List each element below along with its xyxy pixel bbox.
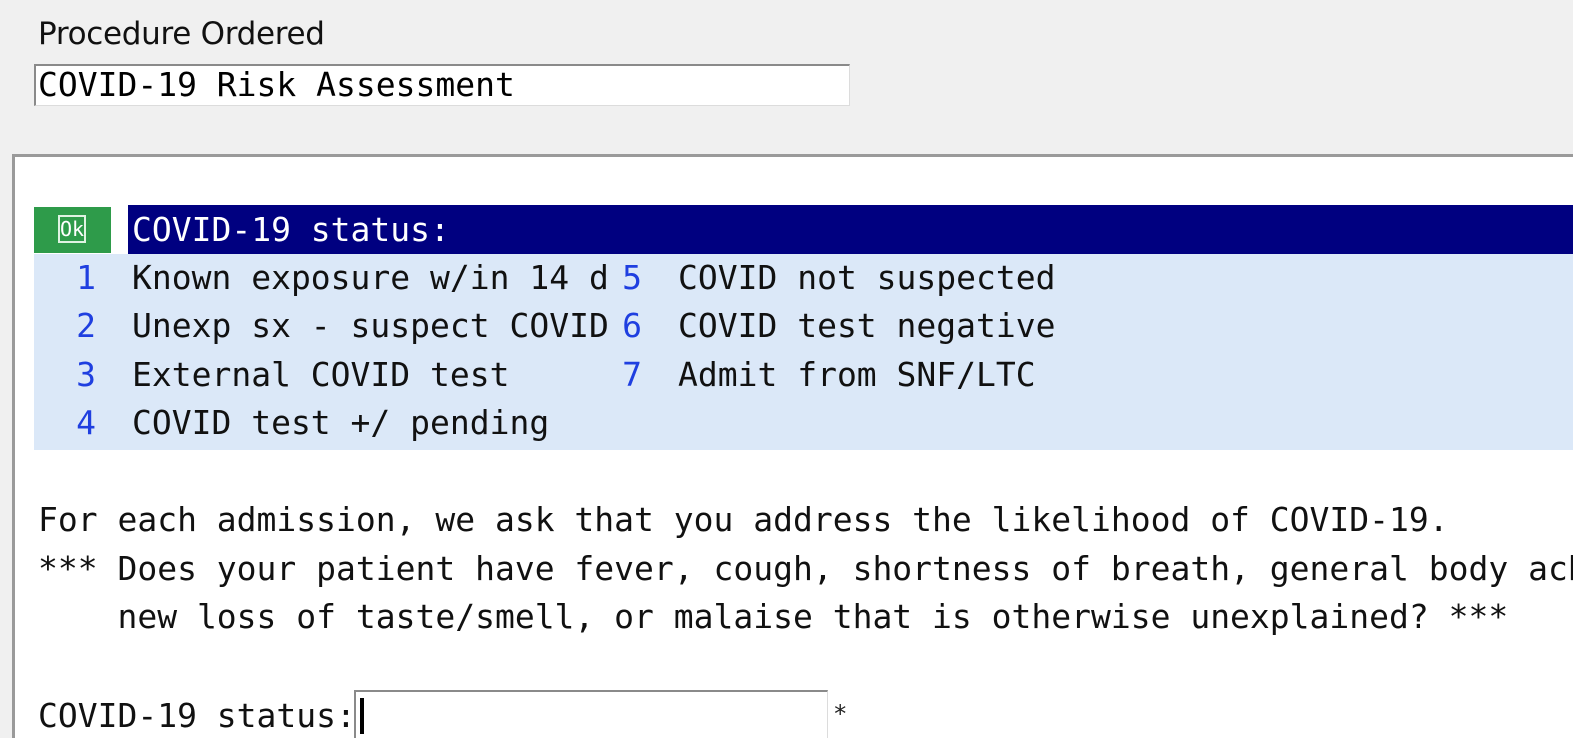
option-number[interactable]: 6 (602, 306, 642, 345)
instruction-line-1: For each admission, we ask that you addr… (38, 500, 1449, 539)
procedure-ordered-field[interactable]: COVID-19 Risk Assessment (34, 64, 850, 106)
required-field-marker: * (833, 700, 848, 728)
option-label[interactable]: COVID test +/ pending (132, 403, 549, 442)
covid-status-label: COVID-19 status: (38, 696, 356, 735)
instruction-line-3: new loss of taste/smell, or malaise that… (38, 597, 1509, 636)
options-list: 1 Known exposure w/in 14 d 2 Unexp sx - … (34, 254, 1573, 450)
text-caret (360, 698, 364, 734)
option-number[interactable]: 2 (56, 306, 96, 345)
ok-icon-glyph: Ok (58, 215, 86, 243)
option-label[interactable]: COVID test negative (678, 306, 1056, 345)
option-label[interactable]: Admit from SNF/LTC (678, 355, 1036, 394)
procedure-ordered-label: Procedure Ordered (38, 16, 325, 52)
option-label[interactable]: External COVID test (132, 355, 510, 394)
option-number[interactable]: 7 (602, 355, 642, 394)
instruction-line-2: *** Does your patient have fever, cough,… (38, 549, 1573, 588)
ok-check-icon[interactable]: Ok (34, 207, 111, 253)
option-number[interactable]: 5 (602, 258, 642, 297)
option-number[interactable]: 4 (56, 403, 96, 442)
option-number[interactable]: 1 (56, 258, 96, 297)
option-label[interactable]: Unexp sx - suspect COVID (132, 306, 609, 345)
covid-status-input[interactable] (354, 690, 828, 738)
prompt-title-bar: COVID-19 status: (128, 205, 1573, 254)
option-number[interactable]: 3 (56, 355, 96, 394)
option-label[interactable]: COVID not suspected (678, 258, 1056, 297)
option-label[interactable]: Known exposure w/in 14 d (132, 258, 609, 297)
